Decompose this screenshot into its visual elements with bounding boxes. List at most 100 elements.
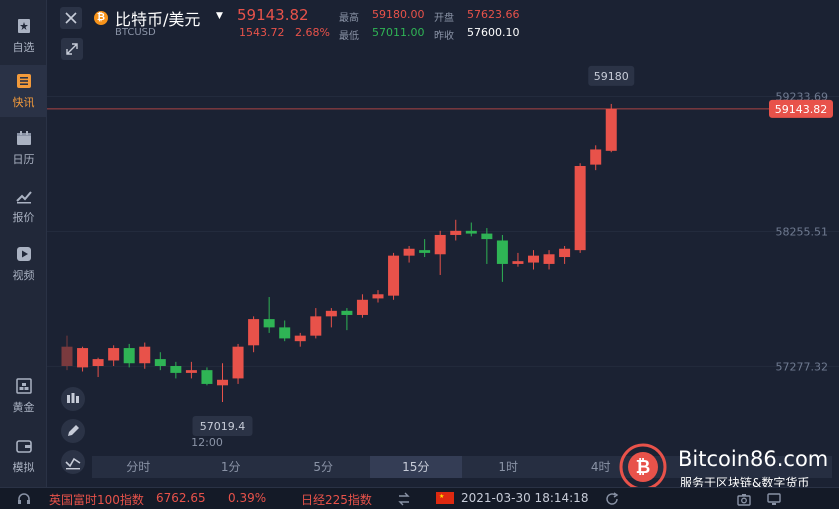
- candle-body: [108, 348, 120, 361]
- svg-text:₿: ₿: [636, 457, 651, 478]
- sidebar-item-label: 快讯: [12, 96, 35, 109]
- candle-body: [450, 230, 462, 235]
- tab-timeframe[interactable]: 分时: [92, 456, 185, 478]
- low-value: 57011.00: [372, 26, 425, 39]
- fullscreen-button[interactable]: [61, 38, 83, 60]
- wallet-icon: [15, 440, 32, 453]
- play-icon: [16, 247, 31, 261]
- sidebar-item-gold[interactable]: 黄金: [0, 370, 47, 422]
- pair-symbol: BTCUSD: [115, 27, 156, 38]
- candle-body: [139, 346, 151, 364]
- chart-type-button[interactable]: [61, 387, 85, 411]
- candle-body: [232, 346, 244, 379]
- tab-timeframe[interactable]: 5分: [277, 456, 370, 478]
- candle-body: [61, 346, 73, 366]
- candle-body: [528, 255, 539, 263]
- candle-body: [590, 149, 602, 165]
- change-abs: 1543.72: [239, 26, 285, 39]
- last-price: 59143.82: [237, 6, 309, 24]
- china-flag-icon: ★: [436, 492, 454, 504]
- draw-tool-button[interactable]: [61, 419, 85, 443]
- sidebar: 自选 快讯 日历 报价 视频 黄金 模拟: [0, 0, 47, 487]
- indicator-button[interactable]: [61, 450, 85, 474]
- sidebar-item-label: 模拟: [12, 461, 35, 474]
- low-marker-label: 57019.4: [200, 420, 246, 433]
- candle-body: [419, 250, 431, 253]
- news-list-icon: [16, 74, 31, 88]
- trend-line-icon: [15, 191, 32, 204]
- candle-body: [356, 299, 368, 315]
- candlestick-chart[interactable]: 59233.6958255.5157277.3259143.8259180570…: [47, 46, 839, 487]
- refresh-icon[interactable]: [604, 491, 620, 507]
- candle-body: [403, 248, 415, 256]
- sidebar-item-flash-news[interactable]: 快讯: [0, 65, 47, 117]
- candle-body: [465, 230, 477, 234]
- chevron-down-icon[interactable]: ▼: [216, 11, 223, 21]
- ticker-footer: 英国富时100指数 6762.65 0.39% 日经225指数 ★ 2021-0…: [0, 487, 839, 509]
- x-tick-label: 12:00: [191, 436, 223, 449]
- candle-body: [123, 348, 135, 364]
- candle-body: [185, 370, 197, 373]
- sidebar-item-label: 自选: [12, 41, 35, 54]
- nikkei-label[interactable]: 日经225指数: [301, 491, 372, 508]
- sidebar-item-demo[interactable]: 模拟: [0, 430, 47, 482]
- gold-bars-icon: [15, 378, 32, 394]
- candle-body: [543, 254, 555, 264]
- high-marker-label: 59180: [594, 70, 629, 83]
- candlestick-chart-panel: 59233.69 58255.51 57277.32 59143.82 59180 570…: [47, 38, 839, 487]
- tab-timeframe[interactable]: 1分: [185, 456, 278, 478]
- headset-icon[interactable]: [16, 491, 32, 507]
- candle-body: [512, 261, 524, 264]
- tab-timeframe-active[interactable]: 15分: [369, 456, 462, 478]
- candle-body: [263, 319, 275, 328]
- close-button[interactable]: [60, 7, 82, 29]
- camera-icon[interactable]: [736, 491, 752, 507]
- high-label: 最高: [339, 13, 359, 24]
- sidebar-item-watchlist[interactable]: 自选: [0, 10, 47, 62]
- candle-body: [372, 294, 384, 299]
- low-label: 最低: [339, 31, 359, 42]
- candle-body: [325, 310, 337, 317]
- quote-header: ₿ 比特币/美元 ▼ BTCUSD 59143.82 1543.72 2.68%…: [47, 0, 839, 46]
- candle-body: [154, 359, 166, 366]
- prev-close-value: 57600.10: [467, 26, 520, 39]
- candle-body: [496, 240, 508, 264]
- high-value: 59180.00: [372, 8, 425, 21]
- sidebar-item-label: 黄金: [12, 401, 35, 414]
- svg-text:★: ★: [439, 493, 444, 500]
- candle-body: [434, 234, 446, 255]
- candle-body: [574, 166, 586, 251]
- candle-body: [559, 248, 571, 258]
- open-value: 57623.66: [467, 8, 520, 21]
- candle-body: [217, 379, 228, 386]
- candle-body: [92, 359, 104, 366]
- expand-icon: [66, 43, 78, 55]
- sidebar-item-quotes[interactable]: 报价: [0, 180, 47, 232]
- candle-body: [279, 327, 291, 339]
- prev-close-label: 昨收: [434, 31, 454, 42]
- sidebar-item-calendar[interactable]: 日历: [0, 122, 47, 174]
- ftse-label[interactable]: 英国富时100指数: [49, 491, 144, 508]
- sidebar-item-video[interactable]: 视频: [0, 238, 47, 290]
- bookmark-icon: [17, 19, 30, 33]
- candle-body: [248, 319, 260, 346]
- pencil-icon: [68, 425, 79, 436]
- candle-body: [201, 370, 213, 384]
- sidebar-item-label: 日历: [12, 153, 35, 166]
- candle-body: [170, 366, 182, 373]
- screen-icon[interactable]: [766, 491, 782, 507]
- calendar-icon: [16, 131, 31, 145]
- swap-icon[interactable]: [396, 491, 412, 507]
- open-label: 开盘: [434, 13, 454, 24]
- tab-timeframe[interactable]: 1时: [462, 456, 555, 478]
- bitcoin86-logo: ₿: [619, 443, 667, 491]
- candle-body: [481, 233, 493, 240]
- app-window: 自选 快讯 日历 报价 视频 黄金 模拟 ₿ 比特币/美元 ▼ BTCUSD 5…: [0, 0, 839, 509]
- candle-body: [77, 348, 89, 368]
- watermark-title: Bitcoin86.com: [678, 447, 829, 471]
- y-tick-label: 57277.32: [776, 360, 829, 373]
- bitcoin-icon: ₿: [94, 11, 108, 25]
- change-pct: 2.68%: [295, 26, 330, 39]
- datetime: 2021-03-30 18:14:18: [461, 491, 589, 505]
- sidebar-item-label: 视频: [12, 269, 35, 282]
